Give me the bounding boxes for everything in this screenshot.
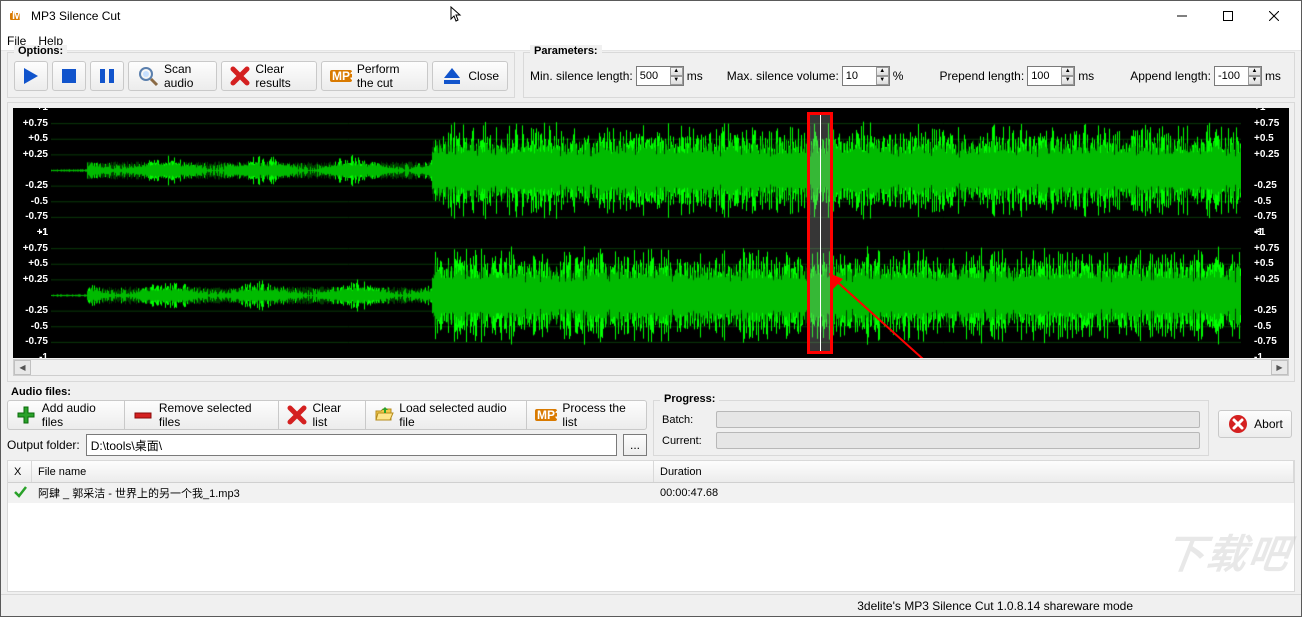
batch-progress-bar [716, 411, 1200, 428]
load-selected-button[interactable]: Load selected audio file [365, 400, 527, 430]
stop-icon [58, 65, 80, 87]
browse-label: ... [630, 438, 640, 452]
scan-audio-button[interactable]: Scan audio [128, 61, 217, 91]
batch-label: Batch: [662, 414, 710, 426]
cell-filename: 阿肆 _ 郭采洁 - 世界上的另一个我_1.mp3 [32, 485, 654, 501]
scan-audio-label: Scan audio [164, 62, 208, 90]
scroll-left-icon[interactable]: ◀ [14, 360, 31, 375]
play-button[interactable] [14, 61, 48, 91]
load-selected-label: Load selected audio file [399, 401, 518, 429]
scroll-right-icon[interactable]: ▶ [1271, 360, 1288, 375]
channel-left [51, 108, 1251, 233]
window-title: MP3 Silence Cut [31, 9, 120, 23]
mp3-icon: MP3 [535, 404, 557, 426]
pause-button[interactable] [90, 61, 124, 91]
unit-ms: ms [1078, 69, 1094, 83]
table-row[interactable]: 阿肆 _ 郭采洁 - 世界上的另一个我_1.mp3 00:00:47.68 [8, 483, 1294, 503]
unit-ms: ms [1265, 69, 1281, 83]
abort-label: Abort [1254, 417, 1283, 431]
minimize-button[interactable] [1159, 1, 1205, 31]
magnifier-icon [137, 65, 159, 87]
audio-files-label: Audio files: [7, 386, 1295, 398]
close-button[interactable]: Close [432, 61, 508, 91]
scale-right: +1+0.75+0.5+0.25-0.25-0.5-0.75-1+1+0.75+… [1251, 108, 1289, 358]
min-silence-length-input[interactable]: ▲▼ [636, 66, 684, 86]
error-icon [1227, 413, 1249, 435]
plus-icon [16, 404, 37, 426]
progress-group: Progress: Batch: Current: [653, 400, 1209, 456]
remove-selected-label: Remove selected files [159, 401, 270, 429]
progress-label: Progress: [660, 393, 719, 405]
folder-open-icon [374, 404, 395, 426]
clear-list-label: Clear list [312, 401, 356, 429]
output-folder-input[interactable] [86, 434, 617, 456]
status-bar: 3delite's MP3 Silence Cut 1.0.8.14 share… [1, 594, 1301, 616]
svg-text:MP3: MP3 [12, 8, 25, 22]
process-list-button[interactable]: MP3 Process the list [526, 400, 647, 430]
add-audio-files-label: Add audio files [42, 401, 116, 429]
maximize-button[interactable] [1205, 1, 1251, 31]
waveform-group: +1+0.75+0.5+0.25-0.25-0.5-0.75-1+1+0.75+… [7, 102, 1295, 382]
column-filename[interactable]: File name [32, 461, 654, 482]
prepend-length-label: Prepend length: [939, 69, 1024, 83]
remove-selected-button[interactable]: Remove selected files [124, 400, 278, 430]
unit-pct: % [893, 69, 904, 83]
prepend-length-input[interactable]: ▲▼ [1027, 66, 1075, 86]
selection-marker[interactable] [807, 112, 833, 354]
minus-icon [133, 404, 154, 426]
play-icon [20, 65, 42, 87]
output-folder-label: Output folder: [7, 438, 80, 452]
unit-ms: ms [687, 69, 703, 83]
max-silence-volume-input[interactable]: ▲▼ [842, 66, 890, 86]
options-label: Options: [14, 45, 67, 57]
app-icon: MP3 [9, 8, 25, 24]
audio-files-toolbar: Add audio files Remove selected files Cl… [7, 400, 647, 430]
close-window-button[interactable] [1251, 1, 1297, 31]
close-label: Close [468, 69, 499, 83]
horizontal-scrollbar[interactable]: ◀ ▶ [13, 359, 1289, 376]
title-bar: MP3 MP3 Silence Cut [1, 1, 1301, 31]
cursor-icon [450, 6, 464, 27]
scale-left: +1+0.75+0.5+0.25-0.25-0.5-0.75-1+1+0.75+… [13, 108, 51, 358]
clear-results-label: Clear results [255, 62, 307, 90]
table-header: X File name Duration [8, 461, 1294, 483]
perform-cut-button[interactable]: MP3 Perform the cut [321, 61, 428, 91]
mp3-icon: MP3 [330, 65, 352, 87]
column-x[interactable]: X [8, 461, 32, 482]
browse-button[interactable]: ... [623, 434, 647, 456]
eject-icon [441, 65, 463, 87]
parameters-label: Parameters: [530, 45, 602, 57]
append-length-input[interactable]: ▲▼ [1214, 66, 1262, 86]
waveform-display[interactable]: +1+0.75+0.5+0.25-0.25-0.5-0.75-1+1+0.75+… [13, 108, 1289, 358]
process-list-label: Process the list [562, 401, 638, 429]
min-silence-length-label: Min. silence length: [530, 69, 633, 83]
add-audio-files-button[interactable]: Add audio files [7, 400, 124, 430]
column-duration[interactable]: Duration [654, 461, 1294, 482]
options-group: Options: Scan audio Clear results MP3Per… [7, 52, 515, 98]
clear-list-button[interactable]: Clear list [278, 400, 365, 430]
perform-cut-label: Perform the cut [357, 62, 419, 90]
max-silence-volume-label: Max. silence volume: [727, 69, 839, 83]
check-icon [13, 485, 27, 502]
file-table: X File name Duration 阿肆 _ 郭采洁 - 世界上的另一个我… [7, 460, 1295, 592]
red-x-icon [230, 65, 250, 87]
channel-right [51, 233, 1251, 358]
append-length-label: Append length: [1130, 69, 1211, 83]
status-text: 3delite's MP3 Silence Cut 1.0.8.14 share… [857, 599, 1133, 613]
stop-button[interactable] [52, 61, 86, 91]
menu-bar: File Help [1, 31, 1301, 51]
current-label: Current: [662, 435, 710, 447]
abort-button[interactable]: Abort [1218, 410, 1292, 438]
clear-results-button[interactable]: Clear results [221, 61, 316, 91]
svg-text:MP3: MP3 [332, 69, 352, 83]
svg-text:MP3: MP3 [537, 408, 557, 422]
cell-duration: 00:00:47.68 [654, 487, 1294, 499]
red-x-icon [287, 404, 308, 426]
pause-icon [96, 65, 118, 87]
parameters-group: Parameters: Min. silence length: ▲▼ ms M… [523, 52, 1295, 98]
current-progress-bar [716, 432, 1200, 449]
